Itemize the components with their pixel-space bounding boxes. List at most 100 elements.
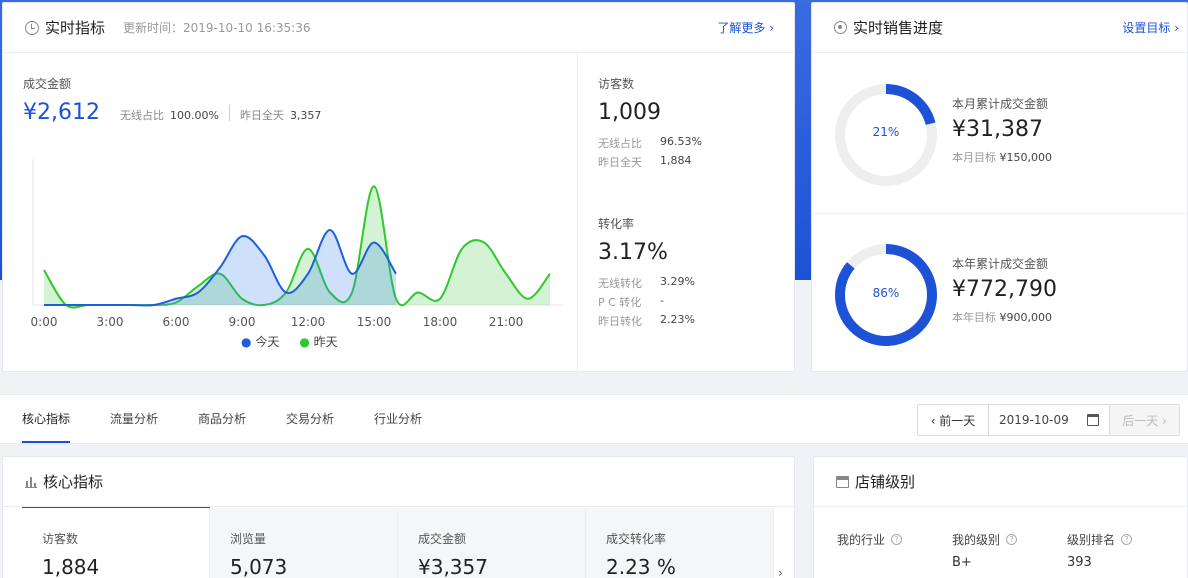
x-tick-label: 18:00 [423, 315, 458, 329]
stat-label: 成交转化率 [606, 532, 667, 546]
stat-conversion[interactable]: 成交转化率 2.23 % [586, 508, 774, 578]
conversion-block: 转化率 3.17% 无线转化 3.29% P C 转化 - 昨日转化 2.23% [598, 215, 695, 329]
stat-value: 5,073 [230, 555, 288, 578]
shop-card: 店铺级别 我的行业 ? 我的级别 ? B+ 级别排名 ? 393 [813, 456, 1188, 578]
conv-wireless-label: 无线转化 [598, 277, 642, 290]
visitors-wireless-label: 无线占比 [598, 137, 642, 150]
month-goal-value: ¥150,000 [999, 151, 1053, 164]
tab-traffic[interactable]: 流量分析 [110, 395, 158, 443]
learn-more-link[interactable]: 了解更多 › [717, 19, 774, 36]
x-tick-label: 21:00 [489, 315, 524, 329]
conv-yesterday-value: 2.23% [660, 313, 695, 326]
stat-pageviews[interactable]: 浏览量 5,073 [210, 508, 398, 578]
month-info: 本月累计成交金额 ¥31,387 本月目标 ¥150,000 [952, 95, 1052, 165]
store-icon [836, 475, 849, 488]
year-goal-value: ¥900,000 [999, 311, 1053, 324]
x-tick-label: 9:00 [229, 315, 256, 329]
wireless-share-label: 无线占比 [119, 109, 164, 122]
next-day-button[interactable]: 后一天 › [1110, 405, 1179, 435]
rank-value: 393 [1067, 555, 1092, 570]
stat-gmv[interactable]: 成交金额 ¥3,357 [398, 508, 586, 578]
x-tick-label: 0:00 [31, 315, 58, 329]
sales-divider [812, 213, 1188, 214]
year-goal-label: 本年目标 [952, 311, 996, 324]
conversion-value: 3.17% [598, 240, 668, 265]
rank-label: 级别排名 [1067, 533, 1116, 547]
date-picker[interactable]: 2019-10-09 [989, 405, 1110, 435]
month-value: ¥31,387 [952, 117, 1043, 142]
gmv-block: 成交金额 ¥2,612 无线占比 100.00% 昨日全天 3,357 [23, 75, 321, 125]
year-percent: 86% [872, 286, 900, 300]
month-goal-label: 本月目标 [952, 151, 996, 164]
month-label: 本月累计成交金额 [952, 97, 1049, 111]
divider [228, 104, 230, 121]
sales-header: 实时销售进度 设置目标 › [812, 3, 1187, 53]
chart-legend: ● 今天 ● 昨天 [241, 333, 338, 350]
legend-yesterday[interactable]: ● 昨天 [299, 333, 337, 350]
help-icon[interactable]: ? [1006, 534, 1018, 545]
realtime-card: 实时指标 更新时间：2019-10-10 16:35:36 了解更多 › 成交金… [2, 2, 795, 372]
wireless-share-value: 100.00% [169, 109, 219, 122]
target-icon [834, 21, 847, 34]
year-info: 本年累计成交金额 ¥772,790 本年目标 ¥900,000 [952, 255, 1057, 325]
calendar-icon [1087, 414, 1099, 426]
stat-label: 浏览量 [230, 532, 267, 546]
tab-core[interactable]: 核心指标 [22, 395, 71, 443]
stat-value: 1,884 [42, 555, 100, 578]
realtime-header: 实时指标 更新时间：2019-10-10 16:35:36 了解更多 › [3, 3, 794, 53]
visitors-block: 访客数 1,009 无线占比 96.53% 昨日全天 1,884 [598, 75, 702, 170]
yesterday-label: 昨日全天 [239, 109, 284, 122]
level-label: 我的级别 [952, 533, 1001, 547]
x-tick-label: 3:00 [97, 315, 124, 329]
year-value: ¥772,790 [952, 277, 1057, 302]
level-value: B+ [952, 555, 972, 570]
stat-value: ¥3,357 [418, 555, 488, 578]
stat-value: 2.23 % [606, 555, 676, 578]
visitors-yesterday-value: 1,884 [660, 154, 692, 167]
visitors-label: 访客数 [598, 77, 635, 91]
date-value: 2019-10-09 [999, 413, 1069, 427]
panel-divider [577, 53, 578, 372]
industry-field: 我的行业 ? [837, 531, 903, 548]
prev-day-button[interactable]: ‹ 前一天 [918, 405, 989, 435]
visitors-wireless-value: 96.53% [660, 135, 702, 148]
sales-title: 实时销售进度 [853, 19, 944, 37]
rank-field: 级别排名 ? [1067, 531, 1133, 548]
stat-label: 成交金额 [418, 532, 467, 546]
level-field: 我的级别 ? [952, 531, 1018, 548]
realtime-title: 实时指标 [45, 19, 106, 37]
x-tick-label: 6:00 [163, 315, 190, 329]
core-header: 核心指标 [3, 457, 794, 507]
conv-yesterday-label: 昨日转化 [598, 315, 642, 328]
conv-wireless-value: 3.29% [660, 275, 695, 288]
x-tick-label: 12:00 [291, 315, 326, 329]
visitors-value: 1,009 [598, 100, 661, 125]
month-percent: 21% [872, 125, 900, 139]
x-tick-label: 15:00 [357, 315, 392, 329]
year-label: 本年累计成交金额 [952, 257, 1049, 271]
tab-industry[interactable]: 行业分析 [374, 395, 422, 443]
sales-card: 实时销售进度 设置目标 › 21% 本月累计成交金额 ¥31,387 本月目标 … [811, 2, 1188, 372]
clock-icon [25, 20, 39, 35]
industry-label: 我的行业 [837, 533, 886, 547]
conv-pc-label: P C 转化 [598, 296, 642, 309]
shop-header: 店铺级别 [814, 457, 1187, 507]
gmv-label: 成交金额 [23, 77, 72, 91]
date-navigator: ‹ 前一天 2019-10-09 后一天 › [917, 404, 1180, 436]
help-icon[interactable]: ? [891, 534, 903, 545]
tab-trade[interactable]: 交易分析 [286, 395, 334, 443]
chevron-right-icon[interactable]: › [778, 566, 783, 578]
set-goal-link[interactable]: 设置目标 › [1122, 19, 1179, 36]
update-time: 更新时间：2019-10-10 16:35:36 [123, 21, 311, 35]
stat-visitors[interactable]: 访客数 1,884 [22, 508, 210, 578]
bar-chart-icon [25, 476, 37, 488]
yesterday-value: 3,357 [289, 109, 322, 122]
conv-pc-value: - [660, 294, 664, 307]
shop-title: 店铺级别 [855, 473, 916, 491]
help-icon[interactable]: ? [1121, 534, 1133, 545]
core-title: 核心指标 [43, 473, 104, 491]
visitors-yesterday-label: 昨日全天 [598, 156, 642, 169]
tab-product[interactable]: 商品分析 [198, 395, 246, 443]
legend-today[interactable]: ● 今天 [241, 333, 279, 350]
conversion-label: 转化率 [598, 217, 635, 231]
